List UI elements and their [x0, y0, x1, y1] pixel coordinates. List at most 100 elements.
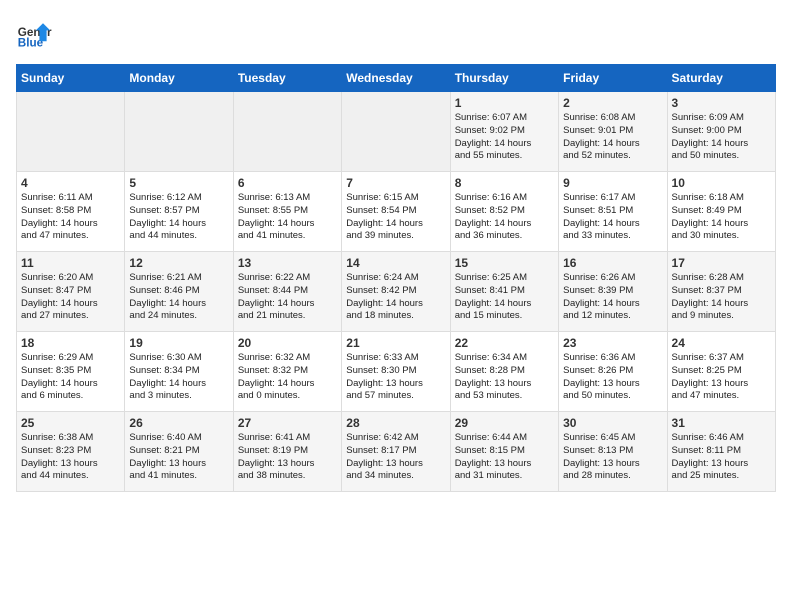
- day-number: 19: [129, 336, 228, 350]
- day-info: Sunrise: 6:24 AM Sunset: 8:42 PM Dayligh…: [346, 272, 445, 323]
- day-header-thursday: Thursday: [450, 65, 558, 92]
- week-row-4: 18 Sunrise: 6:29 AM Sunset: 8:35 PM Dayli…: [17, 332, 776, 412]
- day-number: 9: [563, 176, 662, 190]
- day-info: Sunrise: 6:13 AM Sunset: 8:55 PM Dayligh…: [238, 192, 337, 243]
- day-number: 16: [563, 256, 662, 270]
- day-number: 3: [672, 96, 771, 110]
- logo: General Blue: [16, 16, 56, 52]
- day-header-tuesday: Tuesday: [233, 65, 341, 92]
- day-info: Sunrise: 6:45 AM Sunset: 8:13 PM Dayligh…: [563, 432, 662, 483]
- day-cell: 13 Sunrise: 6:22 AM Sunset: 8:44 PM Dayli…: [233, 252, 341, 332]
- day-cell: 10 Sunrise: 6:18 AM Sunset: 8:49 PM Dayli…: [667, 172, 775, 252]
- day-info: Sunrise: 6:15 AM Sunset: 8:54 PM Dayligh…: [346, 192, 445, 243]
- day-cell: 20Sunrise: 6:32 AM Sunset: 8:32 PM Dayli…: [233, 332, 341, 412]
- day-number: 29: [455, 416, 554, 430]
- day-header-saturday: Saturday: [667, 65, 775, 92]
- day-cell: 19 Sunrise: 6:30 AM Sunset: 8:34 PM Dayli…: [125, 332, 233, 412]
- week-row-3: 11 Sunrise: 6:20 AM Sunset: 8:47 PM Dayli…: [17, 252, 776, 332]
- day-info: Sunrise: 6:44 AM Sunset: 8:15 PM Dayligh…: [455, 432, 554, 483]
- day-info: Sunrise: 6:29 AM Sunset: 8:35 PM Dayligh…: [21, 352, 120, 403]
- day-number: 7: [346, 176, 445, 190]
- day-cell: 25 Sunrise: 6:38 AM Sunset: 8:23 PM Dayli…: [17, 412, 125, 492]
- day-number: 22: [455, 336, 554, 350]
- day-number: 11: [21, 256, 120, 270]
- day-number: 24: [672, 336, 771, 350]
- day-info: Sunrise: 6:28 AM Sunset: 8:37 PM Dayligh…: [672, 272, 771, 323]
- day-number: 10: [672, 176, 771, 190]
- day-cell: [233, 92, 341, 172]
- day-info: Sunrise: 6:22 AM Sunset: 8:44 PM Dayligh…: [238, 272, 337, 323]
- day-number: 13: [238, 256, 337, 270]
- day-number: 21: [346, 336, 445, 350]
- header: General Blue: [16, 16, 776, 52]
- day-number: 31: [672, 416, 771, 430]
- day-cell: 16 Sunrise: 6:26 AM Sunset: 8:39 PM Dayli…: [559, 252, 667, 332]
- day-number: 28: [346, 416, 445, 430]
- day-info: Sunrise: 6:41 AM Sunset: 8:19 PM Dayligh…: [238, 432, 337, 483]
- logo-icon: General Blue: [16, 16, 52, 52]
- day-cell: 14Sunrise: 6:24 AM Sunset: 8:42 PM Dayli…: [342, 252, 450, 332]
- day-info: Sunrise: 6:18 AM Sunset: 8:49 PM Dayligh…: [672, 192, 771, 243]
- day-number: 17: [672, 256, 771, 270]
- day-info: Sunrise: 6:17 AM Sunset: 8:51 PM Dayligh…: [563, 192, 662, 243]
- day-cell: 4Sunrise: 6:11 AM Sunset: 8:58 PM Daylig…: [17, 172, 125, 252]
- day-number: 30: [563, 416, 662, 430]
- day-number: 2: [563, 96, 662, 110]
- day-cell: 12 Sunrise: 6:21 AM Sunset: 8:46 PM Dayli…: [125, 252, 233, 332]
- day-cell: 6 Sunrise: 6:13 AM Sunset: 8:55 PM Daylig…: [233, 172, 341, 252]
- day-info: Sunrise: 6:26 AM Sunset: 8:39 PM Dayligh…: [563, 272, 662, 323]
- day-cell: 18 Sunrise: 6:29 AM Sunset: 8:35 PM Dayli…: [17, 332, 125, 412]
- day-cell: 1 Sunrise: 6:07 AM Sunset: 9:02 PM Daylig…: [450, 92, 558, 172]
- day-cell: 11 Sunrise: 6:20 AM Sunset: 8:47 PM Dayli…: [17, 252, 125, 332]
- day-cell: 15 Sunrise: 6:25 AM Sunset: 8:41 PM Dayli…: [450, 252, 558, 332]
- day-number: 18: [21, 336, 120, 350]
- day-info: Sunrise: 6:25 AM Sunset: 8:41 PM Dayligh…: [455, 272, 554, 323]
- day-info: Sunrise: 6:16 AM Sunset: 8:52 PM Dayligh…: [455, 192, 554, 243]
- days-header-row: SundayMondayTuesdayWednesdayThursdayFrid…: [17, 65, 776, 92]
- day-info: Sunrise: 6:21 AM Sunset: 8:46 PM Dayligh…: [129, 272, 228, 323]
- day-header-monday: Monday: [125, 65, 233, 92]
- day-info: Sunrise: 6:40 AM Sunset: 8:21 PM Dayligh…: [129, 432, 228, 483]
- day-cell: 21 Sunrise: 6:33 AM Sunset: 8:30 PM Dayli…: [342, 332, 450, 412]
- day-info: Sunrise: 6:09 AM Sunset: 9:00 PM Dayligh…: [672, 112, 771, 163]
- day-number: 12: [129, 256, 228, 270]
- week-row-1: 1 Sunrise: 6:07 AM Sunset: 9:02 PM Daylig…: [17, 92, 776, 172]
- day-cell: 7 Sunrise: 6:15 AM Sunset: 8:54 PM Daylig…: [342, 172, 450, 252]
- day-number: 6: [238, 176, 337, 190]
- day-cell: [17, 92, 125, 172]
- day-info: Sunrise: 6:46 AM Sunset: 8:11 PM Dayligh…: [672, 432, 771, 483]
- day-info: Sunrise: 6:37 AM Sunset: 8:25 PM Dayligh…: [672, 352, 771, 403]
- day-info: Sunrise: 6:38 AM Sunset: 8:23 PM Dayligh…: [21, 432, 120, 483]
- day-number: 1: [455, 96, 554, 110]
- day-info: Sunrise: 6:07 AM Sunset: 9:02 PM Dayligh…: [455, 112, 554, 163]
- day-info: Sunrise: 6:30 AM Sunset: 8:34 PM Dayligh…: [129, 352, 228, 403]
- day-cell: 23 Sunrise: 6:36 AM Sunset: 8:26 PM Dayli…: [559, 332, 667, 412]
- day-cell: 24 Sunrise: 6:37 AM Sunset: 8:25 PM Dayli…: [667, 332, 775, 412]
- day-cell: 31 Sunrise: 6:46 AM Sunset: 8:11 PM Dayli…: [667, 412, 775, 492]
- day-header-sunday: Sunday: [17, 65, 125, 92]
- day-cell: [125, 92, 233, 172]
- day-info: Sunrise: 6:20 AM Sunset: 8:47 PM Dayligh…: [21, 272, 120, 323]
- day-info: Sunrise: 6:32 AM Sunset: 8:32 PM Dayligh…: [238, 352, 337, 403]
- calendar-table: SundayMondayTuesdayWednesdayThursdayFrid…: [16, 64, 776, 492]
- day-number: 23: [563, 336, 662, 350]
- week-row-5: 25 Sunrise: 6:38 AM Sunset: 8:23 PM Dayli…: [17, 412, 776, 492]
- day-number: 27: [238, 416, 337, 430]
- day-cell: 26Sunrise: 6:40 AM Sunset: 8:21 PM Dayli…: [125, 412, 233, 492]
- day-cell: 22Sunrise: 6:34 AM Sunset: 8:28 PM Dayli…: [450, 332, 558, 412]
- day-cell: [342, 92, 450, 172]
- day-number: 15: [455, 256, 554, 270]
- day-info: Sunrise: 6:33 AM Sunset: 8:30 PM Dayligh…: [346, 352, 445, 403]
- day-number: 25: [21, 416, 120, 430]
- day-header-wednesday: Wednesday: [342, 65, 450, 92]
- day-cell: 3 Sunrise: 6:09 AM Sunset: 9:00 PM Daylig…: [667, 92, 775, 172]
- day-info: Sunrise: 6:42 AM Sunset: 8:17 PM Dayligh…: [346, 432, 445, 483]
- day-cell: 27 Sunrise: 6:41 AM Sunset: 8:19 PM Dayli…: [233, 412, 341, 492]
- day-cell: 17 Sunrise: 6:28 AM Sunset: 8:37 PM Dayli…: [667, 252, 775, 332]
- day-number: 8: [455, 176, 554, 190]
- day-cell: 2Sunrise: 6:08 AM Sunset: 9:01 PM Daylig…: [559, 92, 667, 172]
- day-cell: 8 Sunrise: 6:16 AM Sunset: 8:52 PM Daylig…: [450, 172, 558, 252]
- day-info: Sunrise: 6:36 AM Sunset: 8:26 PM Dayligh…: [563, 352, 662, 403]
- day-cell: 9 Sunrise: 6:17 AM Sunset: 8:51 PM Daylig…: [559, 172, 667, 252]
- day-cell: 28 Sunrise: 6:42 AM Sunset: 8:17 PM Dayli…: [342, 412, 450, 492]
